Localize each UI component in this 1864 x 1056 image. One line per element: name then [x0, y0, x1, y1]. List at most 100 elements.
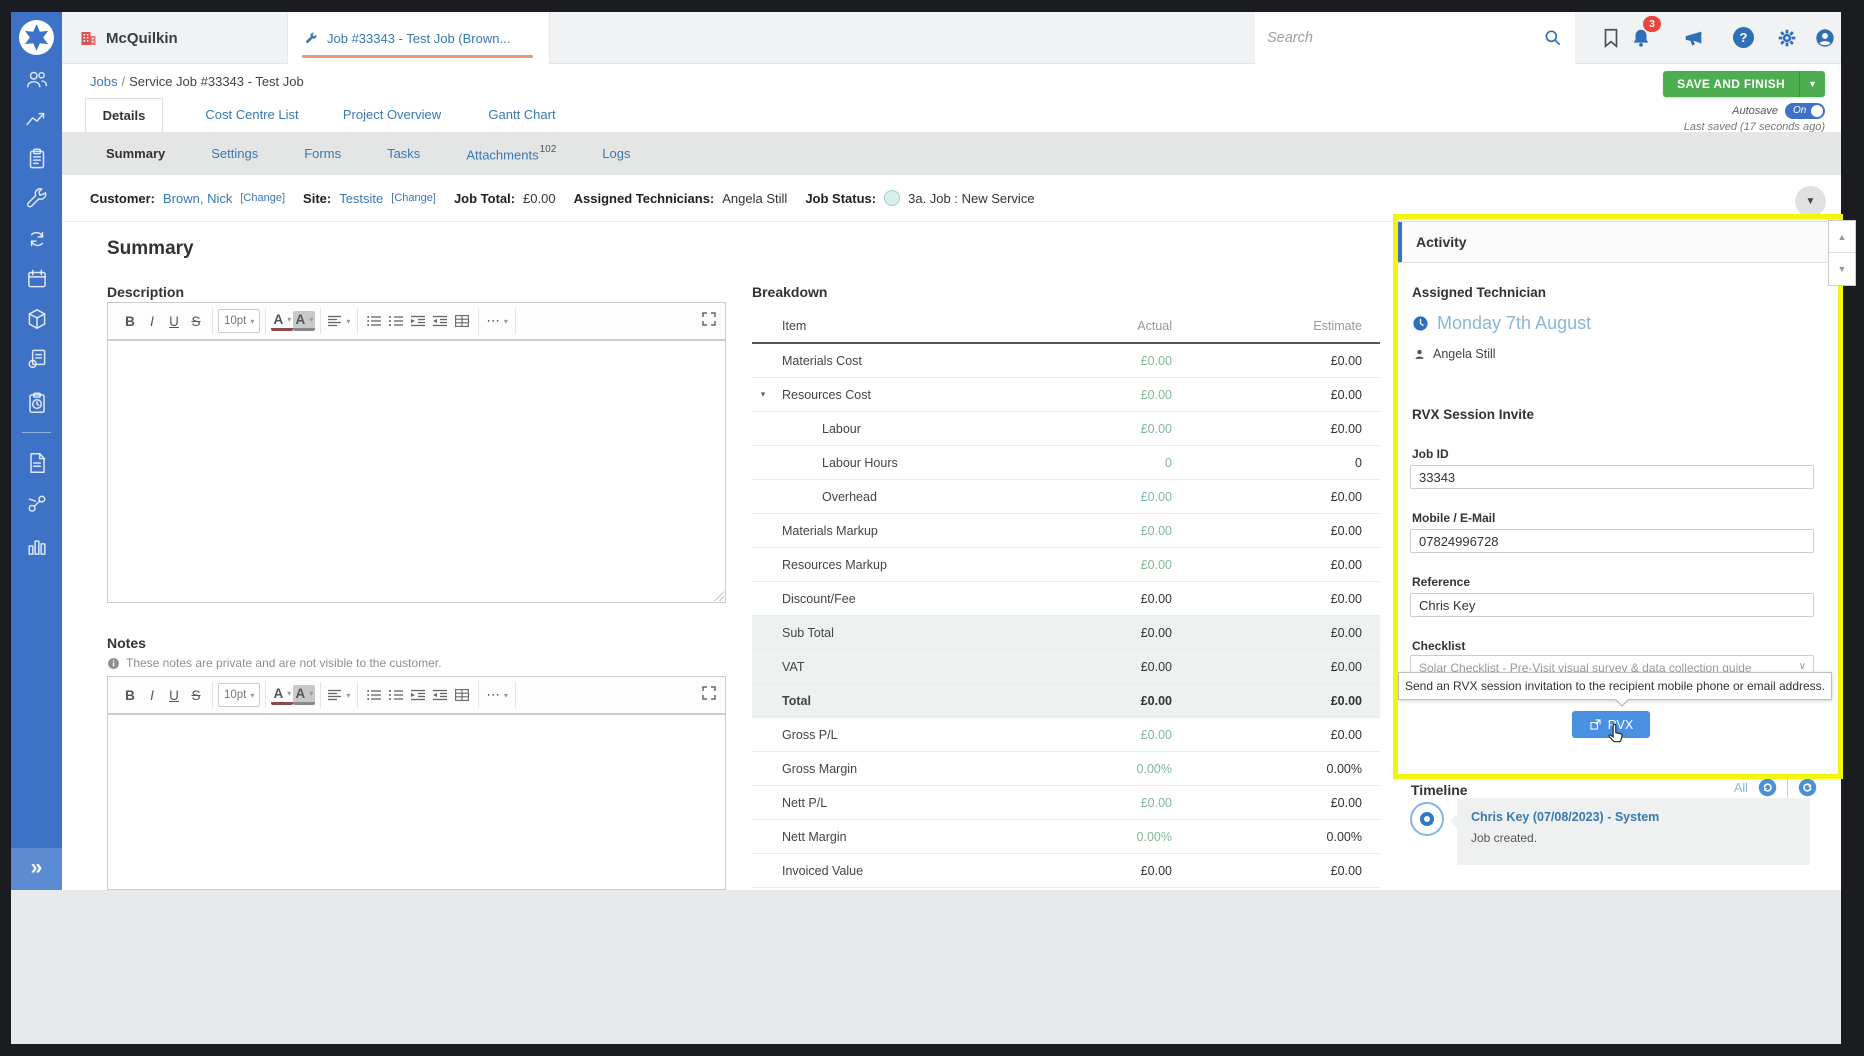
bold-button[interactable]: B [119, 309, 141, 333]
technician-line: Angela Still [1413, 347, 1496, 361]
strikethrough-button[interactable]: S [185, 309, 207, 333]
font-size-select[interactable]: 10pt ▾ [218, 683, 261, 707]
align-button[interactable]: ▾ [326, 309, 352, 333]
sidebar-item-jobs-wrench-icon[interactable] [24, 186, 50, 212]
table-button[interactable] [451, 309, 473, 333]
tab-project-overview[interactable]: Project Overview [327, 98, 457, 132]
subtab-tasks[interactable]: Tasks [387, 132, 420, 175]
outdent-button[interactable] [429, 309, 451, 333]
unordered-list-button[interactable] [363, 683, 385, 707]
subtab-summary[interactable]: Summary [106, 132, 165, 175]
font-size-select[interactable]: 10pt ▾ [218, 309, 261, 333]
description-textarea[interactable] [108, 341, 725, 602]
highlight-color-button-glyph: A [295, 686, 306, 701]
app-logo-icon[interactable] [18, 19, 55, 56]
collapse-panel-button[interactable]: ▼ [1795, 186, 1826, 217]
sidebar-item-clipboard-icon[interactable] [24, 146, 50, 172]
breakdown-actual-value: £0.00 [1140, 353, 1172, 368]
help-icon[interactable]: ? [1733, 27, 1754, 48]
account-person-icon[interactable] [1814, 27, 1836, 49]
open-job-tab[interactable]: Job #33343 - Test Job (Brown... [287, 12, 550, 64]
fullscreen-button[interactable] [701, 311, 719, 332]
ordered-list-button[interactable] [385, 309, 407, 333]
sidebar-item-documents-icon[interactable] [24, 450, 50, 476]
notes-textarea[interactable] [108, 715, 725, 889]
sidebar-item-recurring-icon[interactable] [24, 226, 50, 252]
toolbar-group [358, 308, 480, 334]
sidebar-item-inventory-cube-icon[interactable] [24, 306, 50, 332]
job-total-value: £0.00 [523, 190, 556, 206]
indent-button[interactable] [407, 309, 429, 333]
save-and-finish-button[interactable]: SAVE AND FINISH ▼ [1663, 71, 1825, 97]
outdent-button[interactable] [429, 683, 451, 707]
search-input[interactable] [1267, 30, 1543, 46]
customer-change-link[interactable]: [Change] [240, 192, 285, 204]
text-color-button[interactable]: A ▾ [271, 685, 294, 705]
settings-gear-icon[interactable] [1776, 27, 1798, 49]
breakdown-row-labour: Labour £0.00 £0.00 [752, 412, 1380, 446]
breakdown-actual-value: £0.00 [1140, 659, 1172, 674]
timeline-filter-all[interactable]: All [1734, 781, 1748, 795]
timeline-entry-title[interactable]: Chris Key (07/08/2023) - System [1471, 810, 1659, 824]
search-icon[interactable] [1543, 28, 1563, 48]
timeline-settings-icon[interactable] [1798, 778, 1817, 797]
topbar: McQuilkin Job #33343 - Test Job (Brown..… [62, 12, 1841, 64]
tab-details[interactable]: Details [85, 98, 163, 132]
fullscreen-button[interactable] [701, 685, 719, 706]
tab-cost-centre-list[interactable]: Cost Centre List [187, 98, 317, 132]
highlight-color-button[interactable]: A ▾ [293, 685, 316, 705]
mobile-email-input[interactable] [1410, 529, 1814, 553]
timeline-refresh-icon[interactable] [1758, 778, 1777, 797]
sidebar-item-utilities-icon[interactable] [24, 491, 50, 517]
sidebar-item-invoices-icon[interactable] [24, 346, 50, 372]
job-id-input[interactable] [1410, 465, 1814, 489]
bookmark-icon[interactable] [1600, 27, 1622, 49]
subtab-forms[interactable]: Forms [304, 132, 341, 175]
schedule-date-text: Monday 7th August [1437, 313, 1592, 333]
sidebar-item-sales-trend-icon[interactable] [24, 106, 50, 132]
underline-button[interactable]: U [163, 309, 185, 333]
breakdown-estimate-value: £0.00 [1330, 489, 1362, 504]
schedule-date-link[interactable]: Monday 7th August [1412, 313, 1591, 334]
sidebar-item-people-icon[interactable] [24, 66, 50, 92]
subtab-logs[interactable]: Logs [602, 132, 630, 175]
scroll-up-icon[interactable]: ▲ [1829, 221, 1855, 253]
customer-link[interactable]: Brown, Nick [163, 191, 232, 206]
breakdown-estimate-value: £0.00 [1330, 659, 1362, 674]
strikethrough-button[interactable]: S [185, 683, 207, 707]
sidebar-item-calendar-icon[interactable] [24, 266, 50, 292]
text-color-button[interactable]: A ▾ [271, 311, 294, 331]
italic-button[interactable]: I [141, 309, 163, 333]
announcements-megaphone-icon[interactable] [1683, 27, 1705, 49]
more-button[interactable]: ⋯ ▾ [484, 309, 510, 333]
row-expand-icon[interactable]: ▾ [752, 389, 774, 400]
align-button[interactable]: ▾ [326, 683, 352, 707]
subtab-attachments[interactable]: Attachments102 [466, 130, 556, 176]
notification-badge[interactable]: 3 [1643, 16, 1661, 32]
sidebar-item-reports-chart-icon[interactable] [24, 533, 50, 559]
rvx-button[interactable]: RVX [1572, 711, 1650, 738]
scroll-down-icon[interactable]: ▼ [1829, 253, 1855, 285]
unordered-list-button[interactable] [363, 309, 385, 333]
more-button[interactable]: ⋯ ▾ [484, 683, 510, 707]
sidebar-expand-button[interactable]: » [11, 848, 62, 890]
table-button[interactable] [451, 683, 473, 707]
underline-button[interactable]: U [163, 683, 185, 707]
reference-input[interactable] [1410, 593, 1814, 617]
indent-button[interactable] [407, 683, 429, 707]
ordered-list-button[interactable] [385, 683, 407, 707]
site-link[interactable]: Testsite [339, 191, 383, 206]
subtab-settings[interactable]: Settings [211, 132, 258, 175]
highlight-color-button[interactable]: A ▾ [293, 311, 316, 331]
breadcrumb-jobs-link[interactable]: Jobs [90, 74, 117, 89]
bold-button[interactable]: B [119, 683, 141, 707]
italic-button[interactable]: I [141, 683, 163, 707]
unordered-list-icon [367, 690, 382, 700]
site-change-link[interactable]: [Change] [391, 192, 436, 204]
sidebar-nav: » [11, 12, 62, 890]
breakdown-estimate-value: £0.00 [1330, 795, 1362, 810]
sidebar-item-timesheet-icon[interactable] [24, 390, 50, 416]
breakdown-table: Item Actual Estimate Materials Cost £0.00… [752, 310, 1380, 888]
tab-gantt-chart[interactable]: Gantt Chart [467, 98, 577, 132]
save-options-caret-icon[interactable]: ▼ [1799, 71, 1825, 97]
